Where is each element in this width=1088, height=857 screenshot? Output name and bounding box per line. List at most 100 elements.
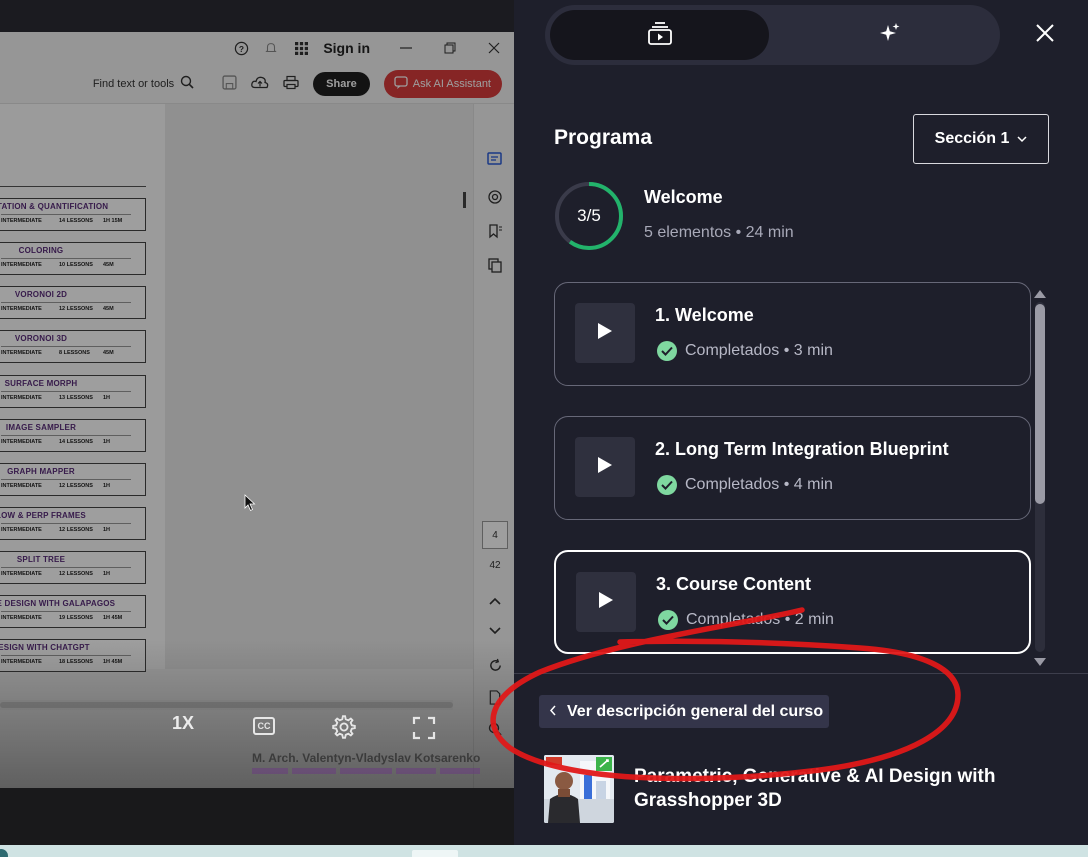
check-icon	[657, 341, 677, 361]
course-title: Parametric, Generative & AI Design with …	[634, 766, 996, 811]
apps-grid-icon	[293, 40, 309, 56]
pdf-course-card: VE DESIGN WITH GALAPAGOS INTERMEDIATE 19 L…	[0, 595, 146, 628]
play-button[interactable]	[575, 303, 635, 363]
section-dropdown-label: Sección 1	[934, 130, 1010, 147]
lesson-status-text: Completados • 2 min	[686, 611, 834, 628]
scroll-down-arrow[interactable]	[1034, 658, 1046, 666]
pdf-course-rule	[1, 391, 131, 392]
lesson-item-current[interactable]: 3. Course Content Completados • 2 min	[554, 550, 1031, 654]
tab-ai-assistant[interactable]	[785, 10, 995, 60]
pdf-course-duration: 1H	[103, 483, 111, 489]
sparkle-icon	[878, 21, 902, 50]
search-icon	[180, 75, 194, 92]
pdf-course-title: DESIGN WITH CHATGPT	[0, 643, 90, 652]
pdf-course-duration: 1H 45M	[103, 615, 123, 621]
sign-in-link: Sign in	[323, 40, 370, 56]
fullscreen-icon[interactable]	[412, 716, 436, 745]
pdf-course-card: SURFACE MORPH INTERMEDIATE 13 LESSONS 1H	[0, 375, 146, 408]
find-placeholder: Find text or tools	[92, 77, 175, 90]
close-icon	[1035, 23, 1055, 48]
close-sidebar-button[interactable]	[1032, 22, 1058, 48]
pdf-viewer-window: ? Sign in Find text or tools Share Ask A…	[0, 32, 514, 788]
pdf-course-meta: INTERMEDIATE 13 LESSONS 1H	[1, 395, 110, 401]
pdf-course-card: LOW & PERP FRAMES INTERMEDIATE 12 LESSONS 1…	[0, 507, 146, 540]
pdf-course-duration: 1H 45M	[103, 659, 123, 665]
pdf-course-lessons: 14 LESSONS	[59, 439, 93, 445]
pdf-course-lessons: 8 LESSONS	[59, 350, 90, 356]
playback-speed-button[interactable]: 1X	[172, 713, 194, 734]
pdf-course-rule	[1, 523, 131, 524]
lesson-status: Completados • 4 min	[657, 475, 833, 495]
pdf-course-title: VE DESIGN WITH GALAPAGOS	[0, 599, 116, 608]
section-dropdown[interactable]: Sección 1	[913, 114, 1049, 164]
mouse-cursor-icon	[244, 494, 256, 517]
scroll-up-arrow[interactable]	[1034, 290, 1046, 298]
pdf-course-rule	[1, 479, 131, 480]
pdf-course-title: LOW & PERP FRAMES	[0, 511, 86, 520]
pdf-course-card: VORONOI 3D INTERMEDIATE 8 LESSONS 45M	[0, 330, 146, 363]
svg-text:?: ?	[239, 43, 244, 53]
upload-cloud-icon	[251, 75, 269, 93]
section-meta: 5 elementos • 24 min	[644, 224, 794, 241]
ask-ai-button: Ask AI Assistant	[383, 69, 502, 98]
pdf-course-level: INTERMEDIATE	[1, 527, 42, 533]
check-icon	[658, 610, 678, 630]
settings-gear-icon[interactable]	[331, 714, 357, 745]
play-button[interactable]	[575, 437, 635, 497]
play-icon	[598, 591, 614, 614]
play-button[interactable]	[576, 572, 636, 632]
pdf-course-rule	[1, 346, 131, 347]
watermark-subline	[252, 766, 482, 776]
scroll-thumb[interactable]	[1035, 304, 1045, 504]
course-overview-button[interactable]: Ver descripción general del curso	[539, 695, 830, 728]
pdf-course-duration: 1H	[103, 439, 111, 445]
pdf-course-card: GRAPH MAPPER INTERMEDIATE 12 LESSONS 1H	[0, 463, 146, 496]
pdf-course-lessons: 12 LESSONS	[59, 306, 93, 312]
pdf-course-card: DESIGN WITH CHATGPT INTERMEDIATE 18 LESSON…	[0, 639, 146, 672]
lesson-status-text: Completados • 4 min	[685, 476, 833, 493]
copy-pages-icon	[486, 256, 504, 274]
pdf-share-button: Share	[313, 71, 370, 96]
footer-divider	[514, 673, 1088, 674]
pdf-course-duration: 1H 15M	[103, 218, 123, 224]
lesson-item[interactable]: 2. Long Term Integration Blueprint Compl…	[554, 416, 1031, 520]
captions-button[interactable]: CC	[253, 717, 275, 735]
save-page-icon	[486, 688, 504, 706]
pdf-course-meta: INTERMEDIATE 18 LESSONS 1H 45M	[1, 659, 122, 665]
minimize-icon	[398, 40, 414, 56]
pdf-course-level: INTERMEDIATE	[1, 262, 42, 268]
pdf-course-title: GRAPH MAPPER	[7, 467, 75, 476]
pdf-canvas-gap	[165, 104, 473, 669]
pdf-course-lessons: 12 LESSONS	[59, 527, 93, 533]
tab-course-content[interactable]	[550, 10, 769, 60]
taskbar-active-indicator	[412, 850, 458, 857]
lesson-list-scrollbar[interactable]	[1033, 286, 1047, 668]
pdf-course-title: SURFACE MORPH	[4, 379, 78, 388]
lesson-status: Completados • 3 min	[657, 341, 833, 361]
pdf-course-level: INTERMEDIATE	[1, 395, 42, 401]
video-player[interactable]: ? Sign in Find text or tools Share Ask A…	[0, 0, 514, 845]
pdf-course-title: NTATION & QUANTIFICATION	[0, 202, 109, 211]
play-icon	[597, 456, 613, 479]
pdf-course-duration: 1H	[103, 527, 111, 533]
pdf-course-lessons: 10 LESSONS	[59, 262, 93, 268]
lesson-title: 2. Long Term Integration Blueprint	[655, 439, 949, 459]
pdf-course-rule	[1, 655, 131, 656]
pdf-course-card: SPLIT TREE INTERMEDIATE 12 LESSONS 1H	[0, 551, 146, 584]
print-icon	[283, 75, 299, 93]
pdf-course-meta: INTERMEDIATE 14 LESSONS 1H 15M	[1, 218, 122, 224]
pdf-course-card: IMAGE SAMPLER INTERMEDIATE 14 LESSONS 1H	[0, 419, 146, 452]
page-number-box: 4	[482, 521, 508, 549]
pdf-toolbar: Find text or tools Share Ask AI Assistan…	[0, 64, 514, 104]
pdf-course-level: INTERMEDIATE	[1, 483, 42, 489]
zoom-icon	[486, 720, 504, 738]
course-thumbnail	[544, 755, 614, 823]
pdf-course-duration: 45M	[103, 350, 114, 356]
pdf-course-rule	[1, 258, 131, 259]
comment-icon	[486, 150, 504, 168]
pdf-course-lessons: 19 LESSONS	[59, 615, 93, 621]
lesson-status: Completados • 2 min	[658, 610, 834, 630]
lesson-item[interactable]: 1. Welcome Completados • 3 min	[554, 282, 1031, 386]
pdf-horizontal-scrollbar	[0, 700, 453, 710]
pdf-course-title: VORONOI 3D	[14, 334, 68, 343]
